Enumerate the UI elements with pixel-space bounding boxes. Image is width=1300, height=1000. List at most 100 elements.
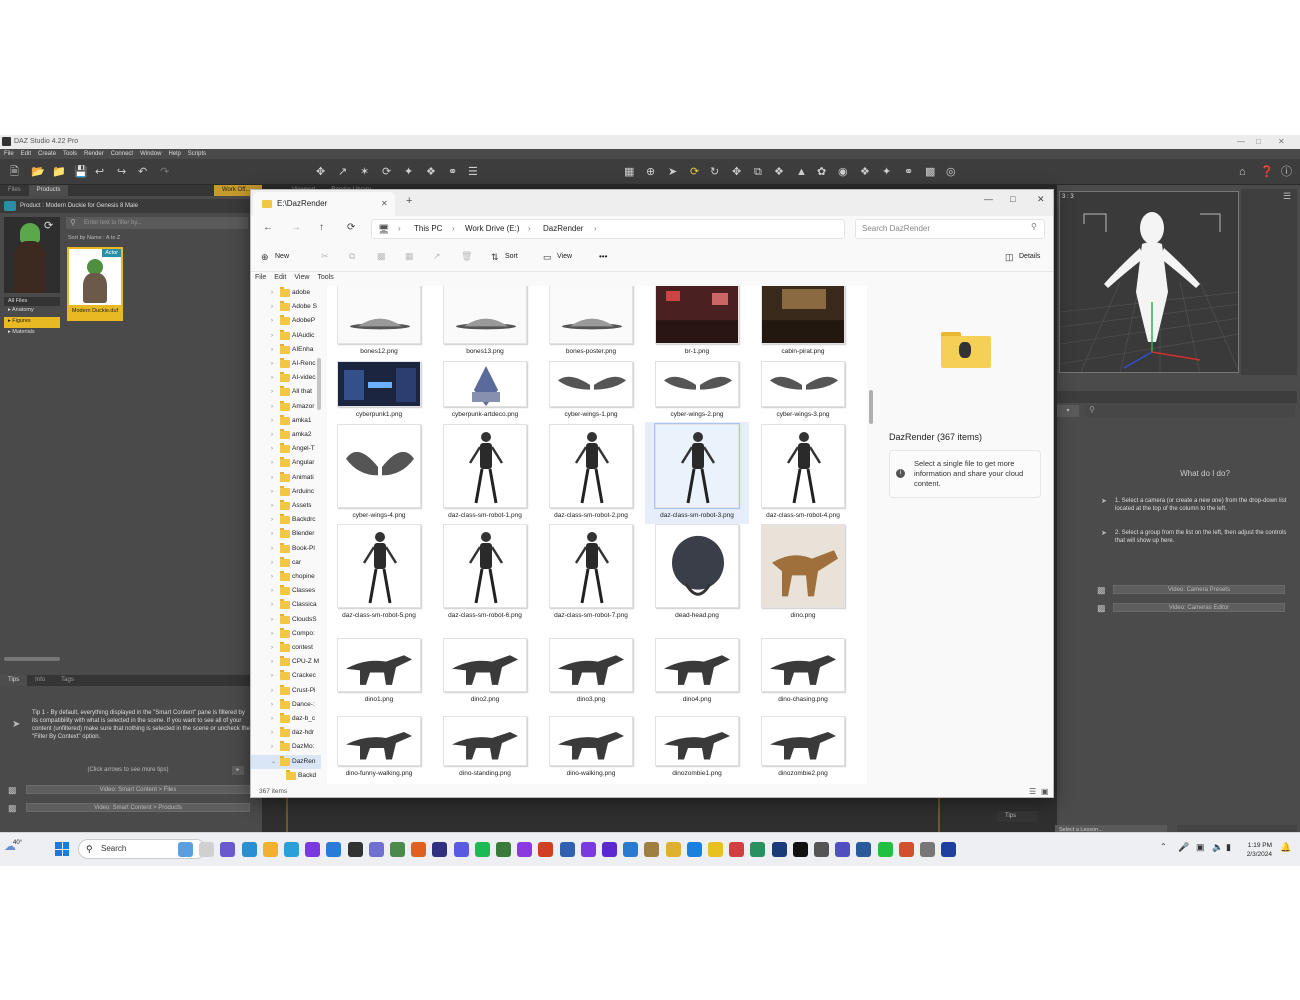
render-settings-icon[interactable]: ▦ [624,165,634,179]
tree-item[interactable]: › Angular [251,456,321,470]
app-icon[interactable] [665,842,681,857]
minimize-icon[interactable]: — [1237,135,1245,149]
tree-item[interactable]: › amka1 [251,414,321,428]
copy-icon[interactable]: ⧉ [349,251,355,262]
file-item[interactable]: dino-funny-walking.png [327,706,431,782]
save-icon[interactable]: 💾 [74,165,88,179]
close-icon[interactable]: ✕ [1278,135,1285,149]
file-item[interactable]: dino4.png [645,622,749,708]
clock[interactable]: 1:19 PM 2/3/2024 [1240,841,1272,859]
list-tool-icon[interactable]: ☰ [468,165,478,179]
camera-filter-input[interactable] [1085,405,1295,417]
tree-item[interactable]: Backd [251,769,321,783]
file-item[interactable]: br-1.png [645,286,749,360]
tab-right-tips[interactable]: Tips [997,811,1037,822]
tree-item[interactable]: › Backdrc [251,513,321,527]
ex-menu-edit[interactable]: Edit [274,274,286,286]
tree-item[interactable]: › chopine [251,570,321,584]
view-button[interactable]: View [557,253,572,260]
chevron-right-icon[interactable]: › [271,513,273,527]
chevron-right-icon[interactable]: › [271,726,273,740]
chevron-right-icon[interactable]: › [271,442,273,456]
menu-tools[interactable]: Tools [63,149,77,159]
chevron-right-icon[interactable]: › [271,499,273,513]
menu-file[interactable]: File [4,149,14,159]
microphone-icon[interactable]: 🎤 [1178,842,1189,853]
breadcrumb-dazrender[interactable]: DazRender [543,220,583,238]
app-icon[interactable] [708,842,723,857]
battery-icon[interactable]: ▮ [1226,842,1231,853]
photos-icon[interactable] [644,842,660,857]
thumbnail-view-icon[interactable]: ▣ [1041,786,1049,797]
address-bar[interactable]: 🖥 › This PC › Work Drive (E:) › DazRende… [371,219,845,239]
video-cameras-editor-button[interactable]: Video: Cameras Editor [1113,603,1285,612]
tree-item[interactable]: › Arduinc [251,485,321,499]
app-icon[interactable] [835,842,851,857]
up-icon[interactable]: ↑ [319,222,324,233]
close-tab-icon[interactable]: ✕ [381,192,388,216]
universal-tool-icon[interactable]: ✥ [316,165,325,179]
joint-editor-icon[interactable]: ❖ [774,165,784,179]
tree-item[interactable]: › Assets [251,499,321,513]
open-folder-icon[interactable]: 📁 [52,165,66,179]
region-nav-icon[interactable]: ◉ [838,165,848,179]
category-materials[interactable]: ▸ Materials [4,328,60,339]
tree-item[interactable]: › adobe [251,286,321,300]
tree-item[interactable]: › AdobeP [251,314,321,328]
file-item[interactable]: dino.png [751,522,855,624]
menu-window[interactable]: Window [140,149,161,159]
app-icon[interactable] [517,842,533,857]
video-smart-content-files-button[interactable]: Video: Smart Content > Files [26,785,250,794]
tab-files[interactable]: Files [0,185,29,196]
tree-item[interactable]: › Adobe S [251,300,321,314]
proton-icon[interactable] [623,842,639,857]
tip-arrow-icon[interactable]: ➤ [12,719,20,730]
tree-item[interactable]: › DazMo: [251,740,321,754]
tree-item[interactable]: › AIAudic [251,329,321,343]
file-item[interactable]: daz-class-sm-robot-7.png [539,522,643,624]
delete-icon[interactable]: 🗑 [461,251,472,262]
refresh-icon[interactable]: ⟳ [347,222,355,233]
file-item[interactable]: daz-class-sm-robot-2.png [539,422,643,524]
file-item[interactable]: cabin-pirat.png [751,286,855,360]
grid-scrollbar[interactable] [869,390,873,424]
camera-icon[interactable]: ◎ [946,165,956,179]
chevron-right-icon[interactable]: › [271,400,273,414]
chevron-right-icon[interactable]: › [271,584,273,598]
photoshop-icon[interactable] [792,842,808,857]
chevron-right-icon[interactable]: › [271,613,273,627]
pointer-icon[interactable]: ➤ [668,165,677,179]
teams-icon[interactable] [220,842,236,857]
app-icon[interactable] [898,842,914,857]
chevron-right-icon[interactable]: › [271,740,273,754]
video-smart-content-products-button[interactable]: Video: Smart Content > Products [26,803,250,812]
chevron-right-icon[interactable]: › [271,556,273,570]
chevron-down-icon[interactable]: ⌄ [271,755,276,769]
share-icon[interactable]: ↗ [433,251,441,262]
bridge-icon[interactable] [814,842,829,857]
tree-scrollbar[interactable] [317,358,321,410]
file-item[interactable]: dino2.png [433,622,537,708]
pose-tool-icon[interactable]: ✦ [404,165,413,179]
chevron-right-icon[interactable]: › [271,300,273,314]
chevron-right-icon[interactable]: › [271,385,273,399]
transform-icon[interactable]: ❖ [860,165,870,179]
chevron-right-icon[interactable]: › [271,357,273,371]
chevron-right-icon[interactable]: › [271,343,273,357]
chevron-right-icon[interactable]: › [271,414,273,428]
file-item[interactable]: daz-class-sm-robot-1.png [433,422,537,524]
app-icon[interactable] [602,842,617,857]
compass-icon[interactable] [453,842,469,857]
file-item[interactable]: dino-standing.png [433,706,537,782]
brave-icon[interactable] [538,842,554,857]
chevron-right-icon[interactable]: › [271,286,273,300]
app-icon[interactable] [920,842,935,857]
file-item[interactable]: cyberpunk-artdeco.png [433,354,537,423]
redo-icon[interactable]: ↷ [160,165,169,179]
tree-item[interactable]: › Crackec [251,669,321,683]
more-options-button[interactable]: ••• [599,252,607,261]
file-item[interactable]: dino-walking.png [539,706,643,782]
tree-item[interactable]: › amka2 [251,428,321,442]
light-tool-icon[interactable]: ✶ [360,165,369,179]
chevron-right-icon[interactable]: › [271,655,273,669]
